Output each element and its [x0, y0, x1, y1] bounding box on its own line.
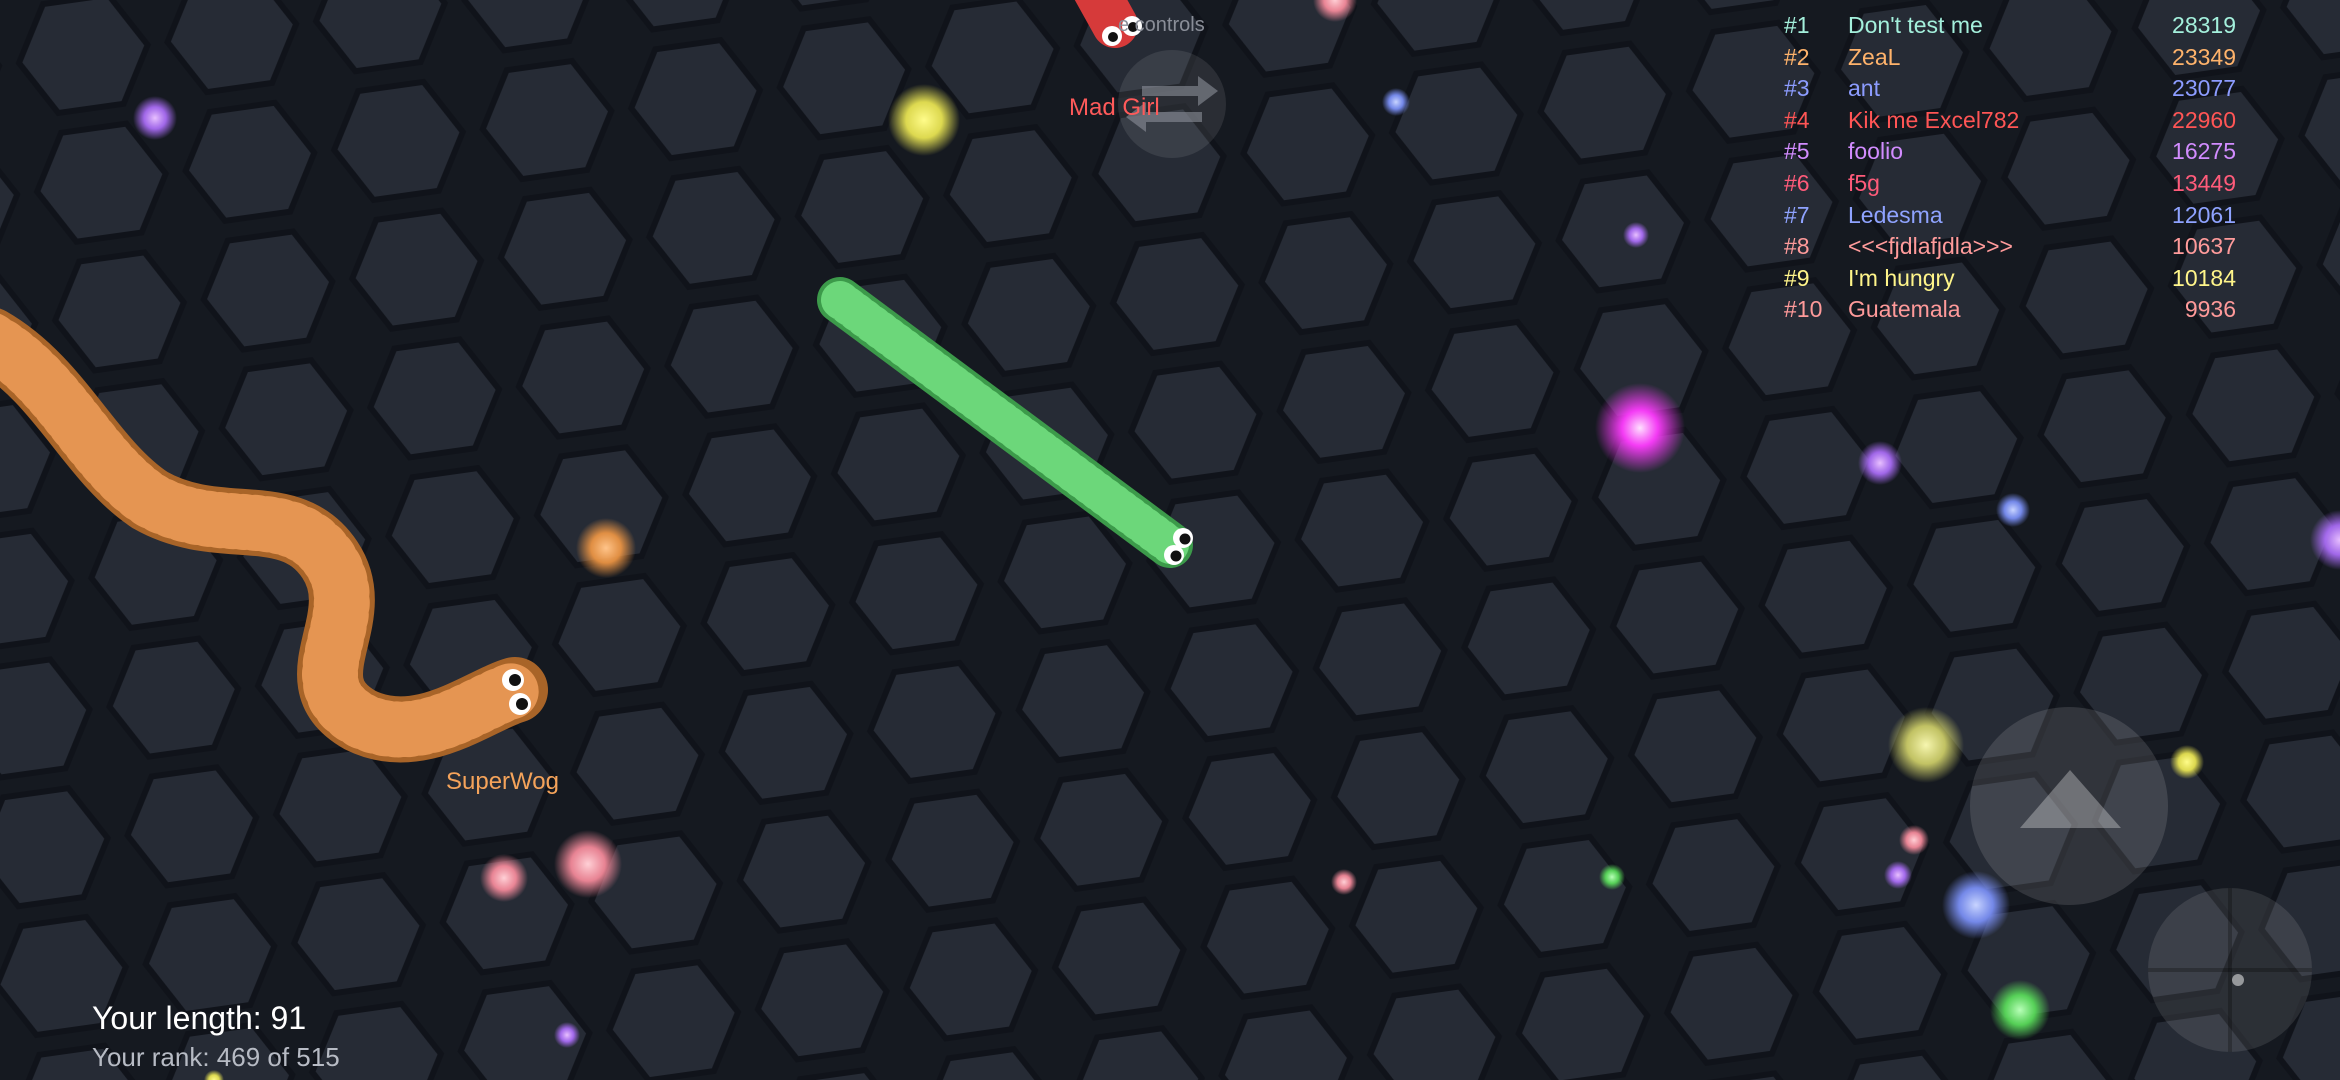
food-pellet	[1884, 861, 1912, 889]
leaderboard-name: foolio	[1848, 138, 1903, 165]
leaderboard-score: 16275	[2172, 138, 2236, 165]
snake-name-superwog: SuperWog	[446, 768, 559, 795]
leaderboard-score: 10637	[2172, 233, 2236, 260]
leaderboard-name: Ledesma	[1848, 201, 1943, 228]
leaderboard-rank: #10	[1784, 296, 1823, 323]
food-pellet	[888, 84, 960, 156]
leaderboard-rank: #1	[1784, 12, 1810, 38]
food-pellet	[480, 854, 528, 902]
length-label: Your length: 91	[92, 1000, 307, 1036]
leaderboard-rank: #9	[1784, 264, 1810, 291]
leaderboard-score: 23077	[2172, 75, 2236, 102]
leaderboard-score: 13449	[2172, 170, 2236, 196]
controls-label: e controls	[1118, 14, 1205, 36]
food-pellet	[1858, 441, 1902, 485]
leaderboard-name: Don't test me	[1848, 12, 1983, 38]
food-pellet	[1595, 383, 1685, 473]
leaderboard-score: 28319	[2172, 12, 2236, 38]
joystick-icon	[2232, 974, 2244, 986]
food-pellet	[1382, 88, 1410, 116]
leaderboard-rank: #6	[1784, 170, 1810, 196]
leaderboard-name: ant	[1848, 75, 1880, 102]
leaderboard-rank: #7	[1784, 201, 1810, 228]
leaderboard-score: 10184	[2172, 264, 2236, 291]
leaderboard-name: f5g	[1848, 170, 1880, 196]
boost-button[interactable]	[1970, 707, 2168, 905]
leaderboard-score: 22960	[2172, 106, 2236, 133]
joystick[interactable]	[2148, 888, 2312, 1052]
leaderboard-rank: #4	[1784, 106, 1810, 133]
snake-name-mad-girl: Mad Girl	[1069, 94, 1160, 121]
game-field[interactable]	[0, 0, 2340, 1080]
leaderboard-score: 9936	[2184, 296, 2236, 323]
food-pellet	[1990, 980, 2050, 1040]
food-pellet	[554, 1022, 580, 1048]
food-pellet	[2170, 745, 2204, 779]
leaderboard-name: Kik me Excel782	[1848, 106, 2020, 133]
leaderboard-rank: #2	[1784, 43, 1810, 70]
leaderboard-rank: #8	[1784, 233, 1810, 260]
leaderboard-rank: #5	[1784, 138, 1810, 165]
food-pellet	[1331, 869, 1357, 895]
food-pellet	[1599, 864, 1625, 890]
food-pellet	[1996, 493, 2030, 527]
food-pellet	[1899, 825, 1929, 855]
food-pellet	[554, 830, 622, 898]
food-pellet	[1888, 707, 1964, 783]
leaderboard-score: 12061	[2172, 201, 2236, 228]
leaderboard-name: I'm hungry	[1848, 264, 1955, 291]
food-pellet	[1623, 222, 1649, 248]
food-pellet	[576, 518, 636, 578]
rank-label: Your rank: 469 of 515	[92, 1042, 340, 1072]
leaderboard-name: ZeaL	[1848, 43, 1901, 70]
leaderboard-name: <<<fjdlafjdla>>>	[1848, 233, 2013, 260]
food-pellet	[133, 96, 177, 140]
food-pellet	[1942, 871, 2010, 939]
leaderboard-rank: #3	[1784, 75, 1810, 102]
leaderboard-score: 23349	[2172, 43, 2236, 70]
leaderboard-name: Guatemala	[1848, 296, 1961, 323]
